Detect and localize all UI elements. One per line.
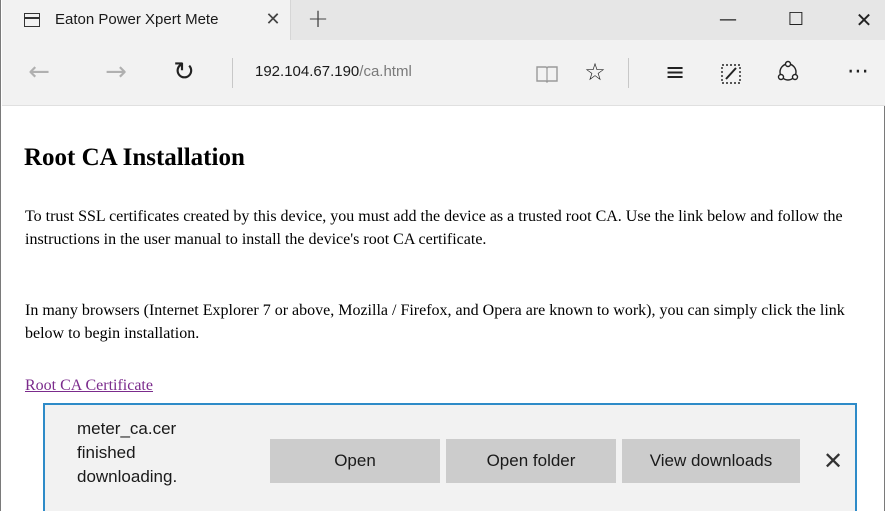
instruction-paragraph: To trust SSL certificates created by thi… (25, 208, 843, 248)
tab-title: Eaton Power Xpert Mete (55, 11, 219, 28)
favorite-star-icon[interactable]: ☆ (577, 54, 613, 90)
download-notification-bar: meter_ca.cer finished downloading. Open … (43, 403, 857, 511)
root-ca-certificate-link[interactable]: Root CA Certificate (25, 377, 153, 395)
toolbar-separator (628, 58, 629, 88)
tab-strip: Eaton Power Xpert Mete ✕ + — ☐ ✕ (2, 0, 885, 40)
tab-page-icon (24, 13, 40, 27)
page-title: Root CA Installation (24, 144, 245, 171)
url-path: /ca.html (359, 63, 412, 80)
refresh-icon[interactable]: ↻ (166, 54, 202, 90)
browser-tab[interactable]: Eaton Power Xpert Mete ✕ (2, 0, 291, 40)
reading-view-icon[interactable] (529, 54, 565, 90)
open-folder-button[interactable]: Open folder (446, 439, 616, 483)
url-host: 192.104.67.190 (255, 63, 360, 80)
download-status-text: meter_ca.cer finished downloading. (77, 417, 247, 489)
web-note-icon[interactable] (713, 54, 749, 90)
window-close-button[interactable]: ✕ (841, 0, 885, 40)
address-separator (232, 58, 233, 88)
maximize-button[interactable]: ☐ (773, 0, 819, 40)
new-tab-button[interactable]: + (303, 4, 333, 34)
address-field[interactable]: 192.104.67.190/ca.html (255, 63, 412, 80)
close-icon[interactable]: ✕ (817, 445, 849, 477)
forward-arrow-icon[interactable]: → (98, 54, 134, 90)
download-status-line1: finished (77, 443, 136, 462)
open-button[interactable]: Open (270, 439, 440, 483)
share-icon[interactable] (770, 54, 806, 90)
back-arrow-icon[interactable]: ← (21, 54, 57, 90)
browser-note-paragraph: In many browsers (Internet Explorer 7 or… (25, 302, 845, 342)
minimize-button[interactable]: — (705, 0, 751, 40)
navigation-bar: ← → ↻ 192.104.67.190/ca.html ☆ ≡ ⋯ (2, 40, 885, 106)
download-status-line2: downloading. (77, 467, 178, 486)
browser-window: Eaton Power Xpert Mete ✕ + — ☐ ✕ ← → ↻ 1… (0, 0, 885, 511)
view-downloads-button[interactable]: View downloads (622, 439, 800, 483)
more-icon[interactable]: ⋯ (840, 54, 876, 90)
hub-icon[interactable]: ≡ (657, 54, 693, 90)
download-filename: meter_ca.cer (77, 419, 177, 438)
tab-close-icon[interactable]: ✕ (261, 6, 285, 34)
